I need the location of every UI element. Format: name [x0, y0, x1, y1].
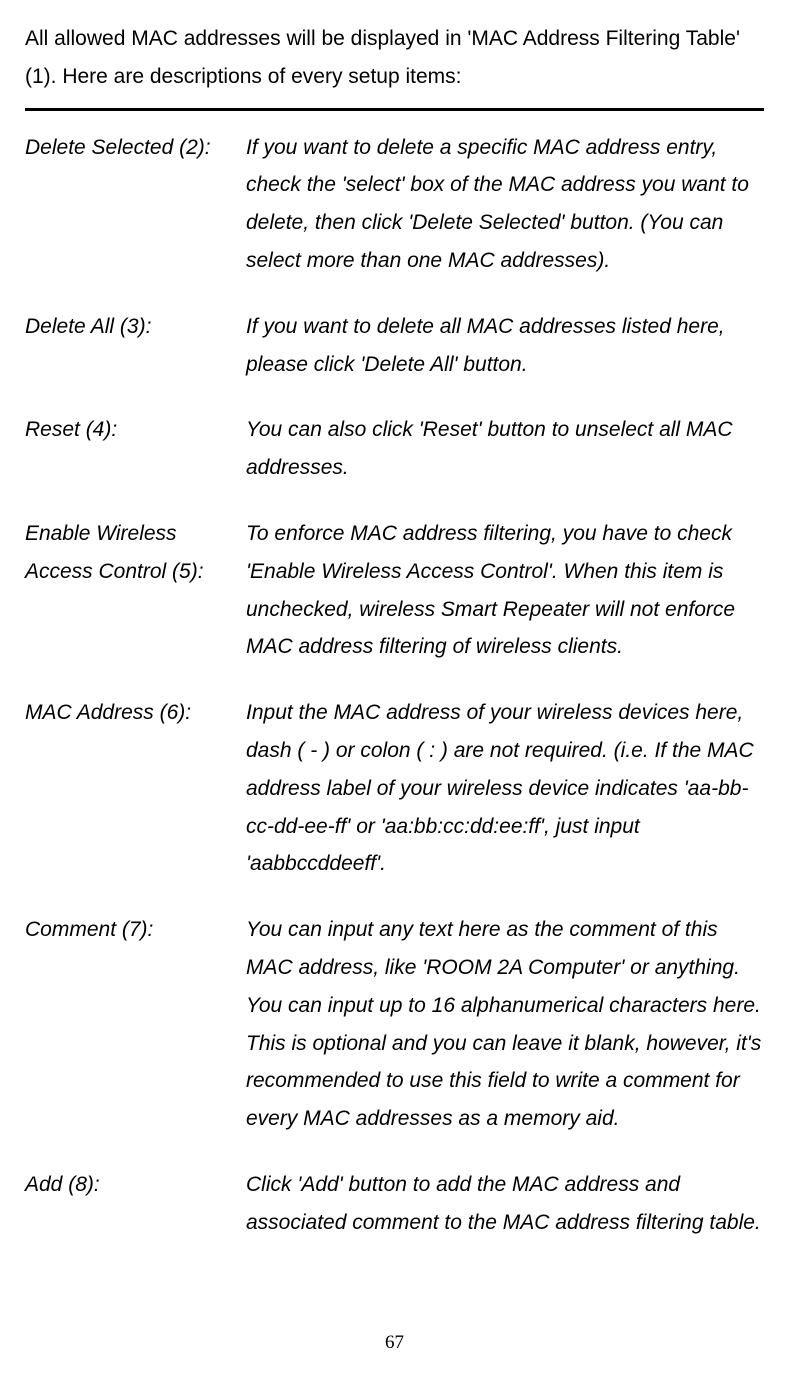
item-desc: Click 'Add' button to add the MAC addres… — [246, 1166, 764, 1242]
item-desc: If you want to delete all MAC addresses … — [246, 308, 764, 384]
page-number: 67 — [25, 1332, 764, 1354]
item-add: Add (8): Click 'Add' button to add the M… — [25, 1166, 764, 1242]
item-label: Enable Wireless Access Control (5): — [25, 515, 246, 666]
section-divider — [25, 108, 764, 111]
item-desc: You can also click 'Reset' button to uns… — [246, 411, 764, 487]
item-delete-selected: Delete Selected (2): If you want to dele… — [25, 129, 764, 280]
item-enable-wireless: Enable Wireless Access Control (5): To e… — [25, 515, 764, 666]
item-mac-address: MAC Address (6): Input the MAC address o… — [25, 694, 764, 883]
item-label: Delete All (3): — [25, 308, 246, 384]
item-delete-all: Delete All (3): If you want to delete al… — [25, 308, 764, 384]
intro-paragraph: All allowed MAC addresses will be displa… — [25, 20, 764, 96]
setup-items: Delete Selected (2): If you want to dele… — [25, 129, 764, 1242]
item-desc: To enforce MAC address filtering, you ha… — [246, 515, 764, 666]
item-label: Delete Selected (2): — [25, 129, 246, 280]
item-desc: Input the MAC address of your wireless d… — [246, 694, 764, 883]
item-desc: You can input any text here as the comme… — [246, 911, 764, 1138]
item-comment: Comment (7): You can input any text here… — [25, 911, 764, 1138]
item-reset: Reset (4): You can also click 'Reset' bu… — [25, 411, 764, 487]
item-label: Add (8): — [25, 1166, 246, 1242]
item-label: Reset (4): — [25, 411, 246, 487]
item-label: Comment (7): — [25, 911, 246, 1138]
item-desc: If you want to delete a specific MAC add… — [246, 129, 764, 280]
item-label: MAC Address (6): — [25, 694, 246, 883]
